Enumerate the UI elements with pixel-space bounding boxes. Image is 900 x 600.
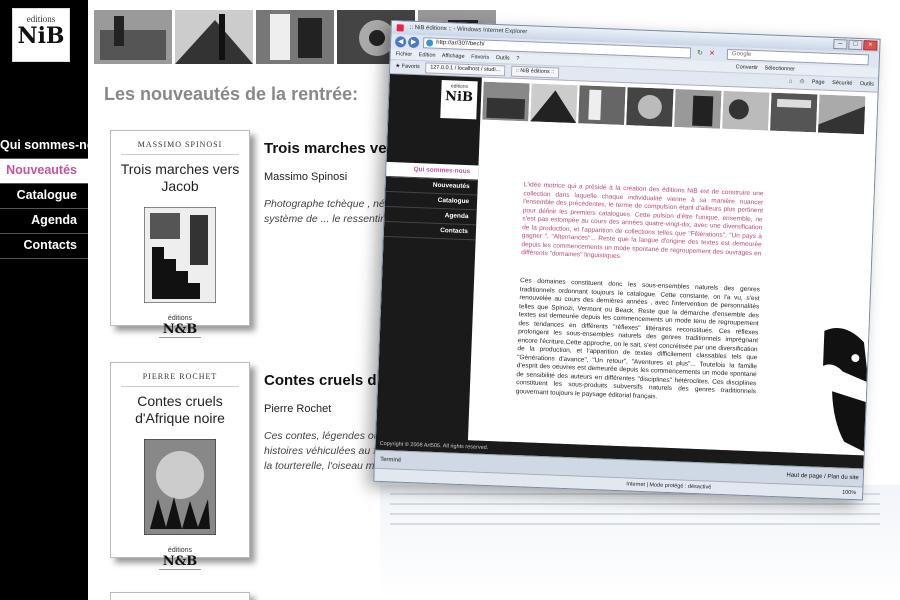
inner-logo-big: NiB (444, 89, 474, 106)
cover-title: Trois marches vers Jacob (120, 161, 240, 194)
favorites-star-icon[interactable]: ★ (395, 63, 400, 69)
nav-item-nouveautes[interactable]: Nouveautés (0, 159, 88, 184)
close-button[interactable]: × (863, 40, 878, 51)
refresh-icon[interactable]: ↻ (695, 48, 705, 59)
inner-photo-2 (530, 83, 578, 124)
minimize-button[interactable]: – (833, 39, 848, 50)
sidebar (0, 0, 88, 600)
browser-title: :: NiB éditions :: - Windows Internet Ex… (409, 24, 528, 36)
browser-app-icon (396, 24, 404, 32)
select-button[interactable]: Sélectionner (764, 65, 795, 72)
convert-button[interactable]: Convertir (736, 64, 759, 71)
nav-item-catalogue[interactable]: Catalogue (0, 184, 88, 209)
intro-paragraph: L'idée motrice qui a présidé à la créati… (521, 181, 764, 261)
main-nav: Qui sommes-nous Nouveautés Catalogue Age… (0, 134, 88, 259)
menu-favoris[interactable]: Favoris (471, 54, 489, 61)
logo-big-text: NiB (17, 23, 65, 49)
body-paragraph: Ces domaines constituent donc les sous-e… (515, 277, 761, 401)
forward-arrow-icon[interactable]: ▶ (407, 36, 420, 49)
photo-3 (256, 10, 334, 64)
cover-photo (144, 207, 216, 303)
photo-2 (175, 10, 253, 64)
menu-help[interactable]: ? (516, 56, 519, 62)
nav-item-agenda[interactable]: Agenda (0, 209, 88, 234)
cover-editions: éditions (167, 547, 193, 554)
menu-fichier[interactable]: Fichier (396, 51, 413, 58)
back-arrow-icon[interactable]: ◀ (394, 36, 407, 48)
cover-author: MASSIMO SPINOSI (121, 131, 239, 155)
browser-window: :: NiB éditions :: - Windows Internet Ex… (373, 20, 881, 501)
page-title: Les nouveautés de la rentrée: (104, 84, 359, 104)
book-author: Massimo Spinosi (264, 171, 348, 183)
inner-photo-6 (722, 90, 770, 131)
menu-outils[interactable]: Outils (496, 55, 510, 62)
cover-title: Contes cruels d'Afrique noire (135, 393, 225, 426)
page-icon (426, 39, 434, 47)
zoom-level[interactable]: 100% (842, 487, 857, 501)
cover-logo: N&B (159, 322, 201, 338)
home-icon[interactable]: ⌂ (789, 78, 793, 84)
cover-photo (144, 439, 216, 535)
book-cover-1[interactable]: MASSIMO SPINOSI Trois marches vers Jacob… (110, 130, 250, 338)
inner-logo[interactable]: editions NiB (440, 79, 478, 120)
window-controls: – □ × (833, 39, 878, 51)
stop-icon[interactable]: ✕ (707, 48, 717, 59)
photo-1 (94, 10, 172, 64)
cover-logo: N&B (159, 554, 201, 570)
inner-photo-strip (482, 81, 877, 135)
maximize-button[interactable]: □ (848, 39, 863, 51)
inner-photo-1 (482, 81, 530, 122)
site-logo[interactable]: editions NiB (12, 8, 70, 62)
inner-photo-5 (674, 88, 722, 129)
inner-nav: Qui sommes-nous Nouveautés Catalogue Age… (383, 161, 479, 241)
cover-editions: éditions (167, 315, 193, 322)
page-menu[interactable]: Page (812, 79, 825, 85)
screenshot: editions NiB Qui sommes-nous Nouveautés … (0, 0, 900, 600)
book-cover-3[interactable] (110, 592, 250, 600)
book-cover-2[interactable]: PIERRE ROCHET Contes cruels d'Afrique no… (110, 362, 250, 570)
inner-photo-3 (578, 85, 626, 126)
decorative-photo (799, 320, 871, 453)
inner-photo-4 (626, 87, 674, 127)
favorites-button[interactable]: Favoris (402, 63, 420, 70)
window-reflection (380, 485, 900, 600)
menu-affichage[interactable]: Affichage (442, 53, 465, 60)
status-text: Terminé (379, 456, 402, 464)
book-title[interactable]: Trois marches vers Jacob (264, 140, 448, 157)
nav-item-contacts[interactable]: Contacts (0, 234, 88, 259)
address-url: http://ar/307/bech/ (436, 39, 485, 48)
inner-photo-8 (817, 94, 866, 135)
inner-photo-7 (770, 92, 818, 133)
inner-sidebar (375, 73, 482, 456)
tab-nib[interactable]: :: NiB éditions :: (510, 65, 560, 79)
browser-viewport: editions NiB Qui sommes-nous Nouveautés … (375, 72, 880, 470)
menu-edition[interactable]: Edition (419, 52, 436, 59)
security-menu[interactable]: Sécurité (832, 80, 852, 87)
nav-item-qui-sommes-nous[interactable]: Qui sommes-nous (0, 134, 88, 159)
tools-menu[interactable]: Outils (860, 81, 874, 88)
print-icon[interactable]: ⎙ (800, 79, 805, 85)
cover-author: PIERRE ROCHET (121, 363, 239, 387)
